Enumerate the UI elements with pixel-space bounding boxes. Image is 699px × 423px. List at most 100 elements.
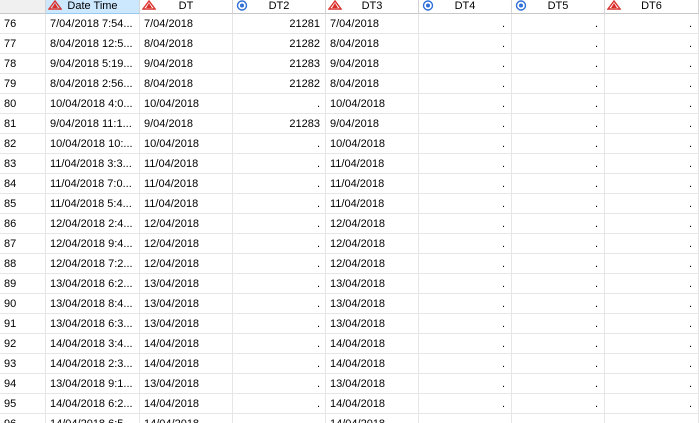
row-number[interactable]: 79 xyxy=(0,74,46,94)
cell-dt[interactable]: 11/04/2018 xyxy=(140,194,233,214)
cell-dt[interactable]: 7/04/2018 xyxy=(140,14,233,34)
column-header-dt3[interactable]: DT3 xyxy=(326,0,419,14)
cell-dt6[interactable]: . xyxy=(605,214,699,234)
cell-dt3[interactable]: 10/04/2018 xyxy=(326,94,419,114)
cell-dt5[interactable]: . xyxy=(512,114,605,134)
cell-dt2[interactable]: . xyxy=(233,354,326,374)
cell-dt2[interactable]: 21282 xyxy=(233,74,326,94)
cell-dt6[interactable]: . xyxy=(605,354,699,374)
cell-dt2[interactable]: . xyxy=(233,234,326,254)
cell-datetime[interactable]: 10/04/2018 10:... xyxy=(46,134,140,154)
cell-dt[interactable]: 8/04/2018 xyxy=(140,34,233,54)
cell-dt4[interactable]: . xyxy=(419,54,512,74)
cell-dt4[interactable]: . xyxy=(419,154,512,174)
cell-dt6[interactable]: . xyxy=(605,134,699,154)
cell-datetime[interactable]: 13/04/2018 9:1... xyxy=(46,374,140,394)
cell-dt4[interactable]: . xyxy=(419,94,512,114)
cell-dt4[interactable]: . xyxy=(419,394,512,414)
cell-dt4[interactable]: . xyxy=(419,134,512,154)
column-header-dt4[interactable]: DT4 xyxy=(419,0,512,14)
column-header-dt6[interactable]: DT6 xyxy=(605,0,699,14)
cell-dt2[interactable]: . xyxy=(233,174,326,194)
cell-datetime[interactable]: 13/04/2018 6:3... xyxy=(46,314,140,334)
cell-dt[interactable]: 11/04/2018 xyxy=(140,154,233,174)
cell-dt5[interactable]: . xyxy=(512,14,605,34)
cell-dt6[interactable]: . xyxy=(605,174,699,194)
cell-dt6[interactable]: . xyxy=(605,74,699,94)
row-number[interactable]: 77 xyxy=(0,34,46,54)
cell-dt6[interactable]: . xyxy=(605,314,699,334)
row-number[interactable]: 81 xyxy=(0,114,46,134)
cell-dt[interactable]: 14/04/2018 xyxy=(140,354,233,374)
cell-dt[interactable]: 10/04/2018 xyxy=(140,134,233,154)
row-number[interactable]: 94 xyxy=(0,374,46,394)
cell-dt2[interactable]: . xyxy=(233,334,326,354)
cell-dt5[interactable]: . xyxy=(512,414,605,423)
cell-dt[interactable]: 14/04/2018 xyxy=(140,414,233,423)
cell-dt3[interactable]: 14/04/2018 xyxy=(326,394,419,414)
cell-dt[interactable]: 13/04/2018 xyxy=(140,374,233,394)
cell-dt5[interactable]: . xyxy=(512,274,605,294)
cell-dt3[interactable]: 14/04/2018 xyxy=(326,354,419,374)
cell-dt2[interactable]: . xyxy=(233,414,326,423)
cell-dt6[interactable]: . xyxy=(605,294,699,314)
cell-dt3[interactable]: 14/04/2018 xyxy=(326,414,419,423)
cell-datetime[interactable]: 12/04/2018 7:2... xyxy=(46,254,140,274)
column-header-dt[interactable]: DT xyxy=(140,0,233,14)
cell-dt3[interactable]: 14/04/2018 xyxy=(326,334,419,354)
cell-dt5[interactable]: . xyxy=(512,354,605,374)
cell-dt3[interactable]: 12/04/2018 xyxy=(326,254,419,274)
cell-datetime[interactable]: 14/04/2018 6:2... xyxy=(46,394,140,414)
row-number[interactable]: 82 xyxy=(0,134,46,154)
cell-datetime[interactable]: 11/04/2018 7:0... xyxy=(46,174,140,194)
cell-dt[interactable]: 8/04/2018 xyxy=(140,74,233,94)
cell-dt5[interactable]: . xyxy=(512,254,605,274)
column-header-dt2[interactable]: DT2 xyxy=(233,0,326,14)
row-number[interactable]: 90 xyxy=(0,294,46,314)
cell-dt5[interactable]: . xyxy=(512,94,605,114)
cell-dt[interactable]: 11/04/2018 xyxy=(140,174,233,194)
cell-dt6[interactable]: . xyxy=(605,274,699,294)
cell-dt5[interactable]: . xyxy=(512,294,605,314)
cell-dt3[interactable]: 12/04/2018 xyxy=(326,234,419,254)
cell-datetime[interactable]: 14/04/2018 3:4... xyxy=(46,334,140,354)
cell-dt4[interactable]: . xyxy=(419,354,512,374)
row-number[interactable]: 96 xyxy=(0,414,46,423)
cell-dt6[interactable]: . xyxy=(605,334,699,354)
row-number[interactable]: 83 xyxy=(0,154,46,174)
cell-datetime[interactable]: 7/04/2018 7:54... xyxy=(46,14,140,34)
cell-dt4[interactable]: . xyxy=(419,174,512,194)
row-number[interactable]: 78 xyxy=(0,54,46,74)
cell-dt4[interactable]: . xyxy=(419,14,512,34)
cell-dt5[interactable]: . xyxy=(512,234,605,254)
cell-dt3[interactable]: 11/04/2018 xyxy=(326,154,419,174)
cell-dt4[interactable]: . xyxy=(419,334,512,354)
cell-dt5[interactable]: . xyxy=(512,134,605,154)
cell-datetime[interactable]: 14/04/2018 6:5... xyxy=(46,414,140,423)
cell-dt5[interactable]: . xyxy=(512,394,605,414)
cell-dt[interactable]: 14/04/2018 xyxy=(140,394,233,414)
cell-datetime[interactable]: 9/04/2018 11:1... xyxy=(46,114,140,134)
cell-dt[interactable]: 12/04/2018 xyxy=(140,214,233,234)
row-number[interactable]: 76 xyxy=(0,14,46,34)
cell-dt3[interactable]: 8/04/2018 xyxy=(326,34,419,54)
cell-dt6[interactable]: . xyxy=(605,234,699,254)
cell-datetime[interactable]: 13/04/2018 8:4... xyxy=(46,294,140,314)
cell-dt2[interactable]: . xyxy=(233,394,326,414)
cell-dt3[interactable]: 13/04/2018 xyxy=(326,274,419,294)
column-header-dt5[interactable]: DT5 xyxy=(512,0,605,14)
cell-dt6[interactable]: . xyxy=(605,254,699,274)
cell-dt6[interactable]: . xyxy=(605,54,699,74)
cell-dt4[interactable]: . xyxy=(419,274,512,294)
cell-dt4[interactable]: . xyxy=(419,414,512,423)
cell-dt4[interactable]: . xyxy=(419,254,512,274)
cell-dt3[interactable]: 11/04/2018 xyxy=(326,174,419,194)
cell-dt3[interactable]: 13/04/2018 xyxy=(326,314,419,334)
cell-dt3[interactable]: 10/04/2018 xyxy=(326,134,419,154)
cell-dt3[interactable]: 13/04/2018 xyxy=(326,374,419,394)
cell-dt[interactable]: 12/04/2018 xyxy=(140,254,233,274)
cell-dt[interactable]: 9/04/2018 xyxy=(140,114,233,134)
cell-dt6[interactable]: . xyxy=(605,414,699,423)
row-number-header[interactable] xyxy=(0,0,46,14)
cell-dt2[interactable]: 21282 xyxy=(233,34,326,54)
